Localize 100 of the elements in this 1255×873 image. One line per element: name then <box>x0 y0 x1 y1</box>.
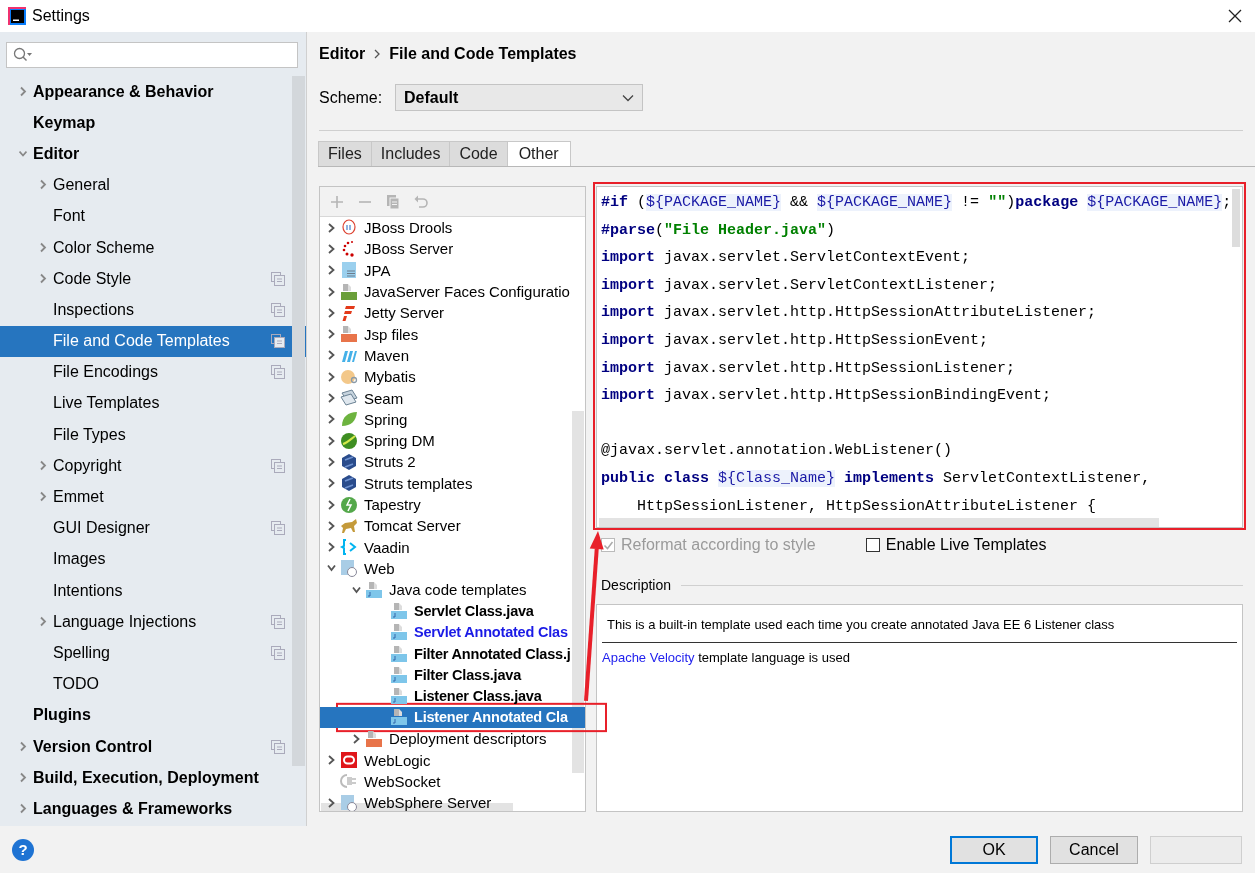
tree-item[interactable]: Vaadin <box>320 536 585 558</box>
sidebar-item[interactable]: Emmet <box>0 481 306 513</box>
checkbox[interactable]: Enable Live Templates <box>865 536 1047 554</box>
chevron-icon[interactable] <box>326 541 336 554</box>
sidebar-item[interactable]: Languages & Frameworks <box>0 793 306 825</box>
tree-item[interactable]: WebLogic <box>320 749 585 771</box>
tree-item[interactable]: Spring DM <box>320 429 585 452</box>
tree-item[interactable]: Filter Class.java <box>320 664 585 686</box>
tree-item[interactable]: Jsp files <box>320 323 585 345</box>
sidebar-item[interactable]: Color Scheme <box>0 231 306 264</box>
sidebar-item[interactable]: File and Code Templates <box>0 325 306 357</box>
close-icon[interactable] <box>1227 8 1243 24</box>
scheme-dropdown[interactable]: Default <box>395 84 643 111</box>
sidebar-item[interactable]: File Types <box>0 419 306 451</box>
chevron-icon[interactable] <box>326 434 336 447</box>
sidebar-item[interactable]: Appearance & Behavior <box>0 76 306 108</box>
sidebar-item[interactable]: Plugins <box>0 699 306 731</box>
chevron-icon[interactable] <box>326 328 336 341</box>
tree-item[interactable]: Deployment descriptors <box>320 728 585 750</box>
sidebar-item[interactable]: TODO <box>0 668 306 700</box>
tree-item[interactable]: Listener Class.java <box>320 685 585 707</box>
chevron-icon[interactable] <box>351 732 361 745</box>
tree-item[interactable]: Jetty Server <box>320 302 585 324</box>
tree-item[interactable]: Struts templates <box>320 472 585 494</box>
tree-item[interactable]: Tomcat Server <box>320 515 585 537</box>
sidebar-item[interactable]: GUI Designer <box>0 512 306 544</box>
file-icon <box>390 602 408 620</box>
chevron-icon[interactable] <box>326 349 336 362</box>
chevron-icon[interactable] <box>326 221 336 234</box>
dialog-button[interactable]: Cancel <box>1050 835 1138 864</box>
tree-item[interactable]: Filter Annotated Class.j <box>320 642 585 665</box>
sidebar-item[interactable]: Version Control <box>0 730 306 763</box>
chevron-icon[interactable] <box>326 498 336 511</box>
tree-item[interactable]: JavaServer Faces Configuratio <box>320 280 585 303</box>
chevron-icon[interactable] <box>326 392 336 404</box>
tree-item[interactable]: Servlet Class.java <box>320 600 585 622</box>
dialog-button[interactable]: OK <box>950 835 1038 864</box>
sidebar-item[interactable]: File Encodings <box>0 356 306 388</box>
sidebar-item[interactable]: Spelling <box>0 637 306 669</box>
file-icon <box>390 665 408 684</box>
file-icon <box>340 325 358 344</box>
circle-icon <box>340 495 358 514</box>
search-field[interactable] <box>6 42 298 68</box>
sidebar-item[interactable]: Language Injections <box>0 606 306 638</box>
tree-item[interactable]: Maven <box>320 344 585 367</box>
tree-item[interactable]: Servlet Annotated Clas <box>320 621 585 643</box>
tree-item[interactable]: Tapestry <box>320 493 585 516</box>
chevron-icon[interactable] <box>326 370 336 383</box>
tree-item[interactable]: JPA <box>320 259 585 281</box>
sidebar-item[interactable]: Code Style <box>0 263 306 295</box>
help-button[interactable]: ? <box>12 838 34 861</box>
sidebar-item[interactable]: Copyright <box>0 450 306 482</box>
tree-item[interactable]: Web <box>320 557 585 580</box>
page-icon <box>340 261 358 280</box>
sidebar-item[interactable]: Font <box>0 200 306 232</box>
chevron-icon[interactable] <box>326 242 336 255</box>
leaf-icon <box>340 410 358 429</box>
sidebar-item[interactable]: Images <box>0 543 306 575</box>
code-line: import javax.servlet.ServletContextListener; <box>601 275 999 296</box>
chevron-icon[interactable] <box>326 477 336 490</box>
chevron-icon[interactable] <box>326 754 336 767</box>
hexagon-icon <box>340 474 358 493</box>
circle-icon <box>340 367 358 386</box>
code-line: import javax.servlet.http.HttpSessionEvent; <box>601 330 990 351</box>
tab[interactable]: Files <box>318 141 372 166</box>
tree-item[interactable]: Seam <box>320 387 585 409</box>
sidebar-item[interactable]: Keymap <box>0 107 306 139</box>
code-line: #if (${PACKAGE_NAME} && ${PACKAGE_NAME} != "")package ${PACKAGE_NAME}; <box>601 193 1233 213</box>
tree-item[interactable]: WebSocket <box>320 770 585 792</box>
sidebar-item[interactable]: Build, Execution, Deployment <box>0 762 306 794</box>
chevron-icon[interactable] <box>326 519 336 532</box>
sidebar-item[interactable]: Live Templates <box>0 387 306 420</box>
sidebar-item[interactable]: Intentions <box>0 575 306 607</box>
tree-item[interactable]: Listener Annotated Cla <box>320 706 585 729</box>
file-icon <box>390 708 408 727</box>
chevron-icon[interactable] <box>326 796 336 809</box>
breadcrumb-item[interactable]: Editor <box>319 45 366 63</box>
app-icon <box>8 7 26 25</box>
code-line: import javax.servlet.http.HttpSessionListener; <box>601 358 1017 379</box>
tree-item[interactable]: Java code templates <box>320 579 585 601</box>
chevron-icon[interactable] <box>326 455 336 468</box>
tree-item[interactable]: Struts 2 <box>320 451 585 473</box>
chevron-icon[interactable] <box>326 264 336 277</box>
sidebar-item[interactable]: Editor <box>0 138 306 170</box>
sidebar-item[interactable]: General <box>0 169 306 201</box>
tree-item[interactable]: JBoss Server <box>320 238 585 260</box>
link[interactable]: Apache Velocity <box>602 650 695 665</box>
tree-item[interactable]: Spring <box>320 408 585 430</box>
hexagon-icon <box>340 452 358 471</box>
sidebar-item[interactable]: Inspections <box>0 294 306 326</box>
tab[interactable]: Code <box>449 141 508 166</box>
tree-item[interactable]: Mybatis <box>320 366 585 388</box>
chevron-icon[interactable] <box>326 306 336 319</box>
tab[interactable]: Other <box>506 141 571 166</box>
code-line: @javax.servlet.annotation.WebListener() <box>601 441 954 462</box>
breadcrumb-item: File and Code Templates <box>389 45 577 63</box>
chevron-icon[interactable] <box>326 285 336 298</box>
tab[interactable]: Includes <box>370 141 451 166</box>
tree-item[interactable]: JBoss Drools <box>320 217 585 239</box>
chevron-icon[interactable] <box>326 413 336 426</box>
